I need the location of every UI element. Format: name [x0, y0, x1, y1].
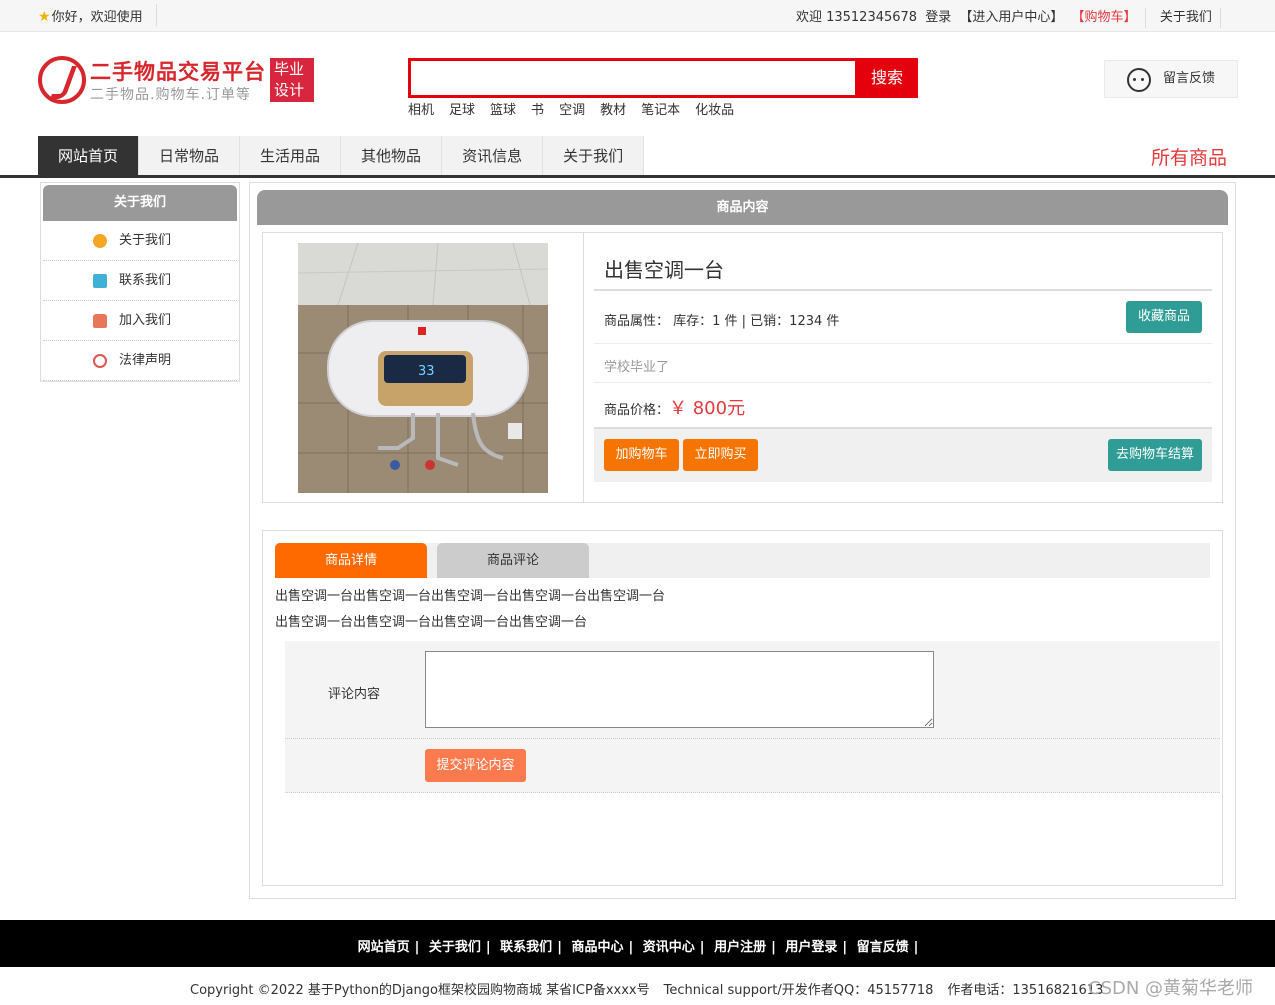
divider	[594, 343, 1212, 344]
search-button[interactable]: 搜索	[856, 58, 918, 98]
hot-word-link[interactable]: 相机	[408, 103, 434, 118]
greeting: ★你好，欢迎使用	[38, 9, 143, 25]
site-title[interactable]: 二手物品交易平台	[90, 56, 266, 86]
copyright: Copyright ©2022 基于Python的Django框架校园购物商城 …	[190, 979, 1117, 998]
welcome-user: 欢迎 13512345678	[795, 10, 918, 25]
login-link[interactable]: 登录	[925, 10, 951, 25]
footer-link[interactable]: 关于我们	[429, 940, 481, 955]
add-cart-button[interactable]: 加购物车	[604, 439, 679, 471]
customer-service-icon	[1127, 68, 1151, 92]
search-input[interactable]	[408, 58, 858, 98]
hot-words: 相机 足球 篮球书空调 教材 笔记本 化妆品	[408, 99, 749, 118]
about-icon	[93, 234, 107, 248]
logo-badge: 毕业 设计	[270, 58, 314, 102]
contact-icon	[93, 274, 107, 288]
hot-word-link[interactable]: 教材	[600, 103, 626, 118]
star-icon: ★	[38, 9, 51, 25]
user-center-link[interactable]: 【进入用户中心】	[959, 10, 1063, 25]
nav-item-daily[interactable]: 日常物品	[139, 136, 241, 176]
logo-icon[interactable]	[38, 56, 86, 104]
nav-item-living[interactable]: 生活用品	[240, 136, 342, 176]
nav-item-other[interactable]: 其他物品	[341, 136, 443, 176]
hot-word-link[interactable]: 书	[531, 103, 544, 118]
top-bar: ★你好，欢迎使用 欢迎 13512345678 登录 【进入用户中心】 【购物车…	[0, 0, 1275, 32]
detail-text: 出售空调一台出售空调一台出售空调一台出售空调一台	[275, 615, 588, 630]
hot-word-link[interactable]: 足球	[449, 103, 475, 118]
product-title: 出售空调一台	[604, 258, 724, 282]
product-image[interactable]: 33	[298, 243, 548, 493]
about-link[interactable]: 关于我们	[1160, 10, 1212, 25]
all-goods-link[interactable]: 所有商品	[1151, 143, 1227, 170]
footer-link[interactable]: 商品中心	[571, 940, 623, 955]
hot-word-link[interactable]: 篮球	[490, 103, 516, 118]
display-value: 33	[418, 364, 435, 379]
buy-now-button[interactable]: 立即购买	[683, 439, 758, 471]
nav-item-news[interactable]: 资讯信息	[442, 136, 544, 176]
section-title: 商品内容	[257, 190, 1228, 225]
product-description: 学校毕业了	[604, 360, 670, 375]
feedback-label: 留言反馈	[1163, 71, 1216, 86]
water-heater-illustration: 33	[298, 243, 548, 493]
feedback-button[interactable]: 留言反馈	[1104, 60, 1238, 98]
hot-word-link[interactable]: 笔记本	[641, 103, 680, 118]
divider	[594, 289, 1212, 291]
sidebar-item-label: 法律声明	[119, 353, 172, 368]
checkout-button[interactable]: 去购物车结算	[1108, 439, 1202, 471]
copyright-text: Copyright ©2022 基于Python的Django框架校园购物商城 …	[190, 983, 650, 998]
support-text: Technical support/开发作者QQ：45157718	[663, 983, 934, 998]
sidebar-item-contact[interactable]: 联系我们	[43, 261, 237, 301]
watermark: CSDN @黄菊华老师	[1088, 978, 1254, 999]
nav-item-about[interactable]: 关于我们	[543, 136, 645, 176]
comment-input[interactable]	[425, 651, 934, 728]
divider	[1144, 7, 1146, 28]
tab-comment[interactable]: 商品评论	[437, 543, 589, 578]
power-icon	[93, 354, 107, 368]
divider	[583, 233, 584, 502]
sidebar-item-label: 关于我们	[119, 233, 172, 248]
nav-underline	[0, 175, 1275, 178]
badge-line: 毕业	[274, 60, 305, 78]
footer-links: 网站首页 | 关于我们 | 联系我们 | 商品中心 | 资讯中心 | 用户注册 | 用户登录…	[357, 940, 919, 955]
hot-word-link[interactable]: 化妆品	[695, 103, 734, 118]
tab-detail[interactable]: 商品详情	[275, 543, 427, 578]
lock-icon	[93, 314, 107, 328]
comment-label: 评论内容	[328, 687, 381, 702]
divider	[285, 792, 1220, 793]
favorite-button[interactable]: 收藏商品	[1126, 301, 1202, 333]
divider	[285, 738, 1220, 739]
sidebar-item-legal[interactable]: 法律声明	[43, 341, 237, 381]
footer-link[interactable]: 网站首页	[358, 940, 410, 955]
phone-text: 作者电话：13516821613	[947, 983, 1104, 998]
divider	[594, 382, 1212, 383]
nav-item-home[interactable]: 网站首页	[38, 136, 140, 176]
sidebar-item-label: 联系我们	[119, 273, 172, 288]
sidebar-item-about[interactable]: 关于我们	[43, 221, 237, 261]
sidebar: 关于我们 关于我们 联系我们 加入我们 法律声明	[40, 182, 240, 382]
divider	[156, 4, 157, 26]
cart-link[interactable]: 【购物车】	[1072, 10, 1137, 25]
product-price: ￥ 800元	[669, 398, 746, 419]
product-attributes: 商品属性： 库存：1 件 | 已销：1234 件	[604, 314, 840, 329]
detail-text: 出售空调一台出售空调一台出售空调一台出售空调一台出售空调一台	[275, 589, 666, 604]
hot-word-link[interactable]: 空调	[559, 103, 585, 118]
divider	[1220, 7, 1221, 28]
price-label: 商品价格：	[604, 403, 670, 418]
submit-comment-button[interactable]: 提交评论内容	[425, 749, 526, 782]
site-subtitle: 二手物品.购物车.订单等	[90, 87, 251, 103]
sidebar-item-label: 加入我们	[119, 313, 172, 328]
footer-link[interactable]: 用户注册	[714, 940, 766, 955]
footer-link[interactable]: 联系我们	[500, 940, 552, 955]
badge-line: 设计	[274, 81, 305, 99]
footer-link[interactable]: 留言反馈	[857, 940, 909, 955]
main-nav: 网站首页 日常物品 生活用品 其他物品 资讯信息 关于我们	[38, 136, 645, 176]
footer-link[interactable]: 资讯中心	[643, 940, 695, 955]
top-links: 欢迎 13512345678 登录 【进入用户中心】 【购物车】 关于我们	[792, 6, 1227, 28]
sidebar-title: 关于我们	[43, 185, 237, 221]
sidebar-item-join[interactable]: 加入我们	[43, 301, 237, 341]
footer-link[interactable]: 用户登录	[785, 940, 837, 955]
